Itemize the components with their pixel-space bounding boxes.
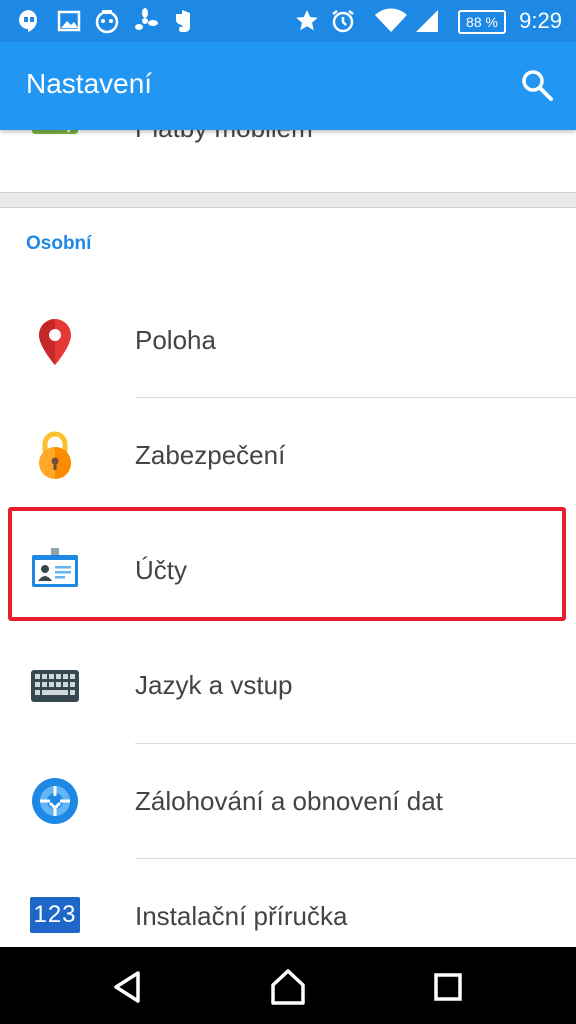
settings-item-label: Jazyk a vstup	[135, 670, 293, 700]
navigation-bar	[0, 947, 576, 1024]
settings-item-zalohovani[interactable]: Zálohování a obnovení dat	[0, 744, 576, 859]
recents-icon[interactable]	[428, 967, 468, 1007]
highlight-frame	[8, 507, 566, 621]
settings-item-label: Zabezpečení	[135, 440, 286, 470]
settings-item-zabezpeceni[interactable]: Zabezpečení	[0, 398, 576, 513]
app-bar: Nastavení	[0, 42, 576, 130]
lock-icon	[39, 431, 71, 479]
status-bar: 88 % 9:29	[0, 0, 576, 42]
nfc-payment-icon	[32, 130, 78, 134]
settings-item-label: Zálohování a obnovení dat	[135, 786, 443, 816]
settings-item-instalacni-prirucka[interactable]: 123 Instalační příručka	[0, 859, 576, 947]
star-icon	[296, 10, 318, 31]
settings-list: Platby mobilem Osobní Poloha Zabezpečení	[0, 130, 576, 947]
keyboard-icon	[31, 670, 79, 702]
hangouts-icon	[19, 10, 38, 32]
backup-icon	[32, 778, 78, 824]
settings-item-label: Instalační příručka	[135, 901, 348, 931]
settings-item-poloha[interactable]: Poloha	[0, 283, 576, 398]
section-header-osobni: Osobní	[26, 233, 92, 254]
evernote-icon	[176, 10, 190, 32]
signal-icon	[416, 10, 438, 32]
battery-indicator: 88 %	[458, 10, 506, 34]
robot-icon	[95, 10, 119, 34]
gallery-icon	[57, 10, 81, 32]
clock: 9:29	[519, 8, 562, 33]
back-icon[interactable]	[108, 967, 148, 1007]
setup-guide-icon: 123	[30, 897, 80, 933]
section-divider	[0, 192, 576, 208]
fan-icon	[135, 8, 158, 30]
search-icon[interactable]	[520, 68, 554, 102]
page-title: Nastavení	[26, 68, 153, 99]
settings-item-platby-mobilem[interactable]: Platby mobilem	[0, 130, 576, 160]
settings-item-label: Platby mobilem	[135, 130, 313, 144]
location-pin-icon	[39, 319, 71, 365]
settings-item-jazyk-a-vstup[interactable]: Jazyk a vstup	[0, 628, 576, 743]
alarm-icon	[332, 10, 354, 33]
settings-item-label: Poloha	[135, 325, 216, 355]
home-icon[interactable]	[268, 967, 308, 1007]
wifi-icon	[375, 8, 407, 32]
